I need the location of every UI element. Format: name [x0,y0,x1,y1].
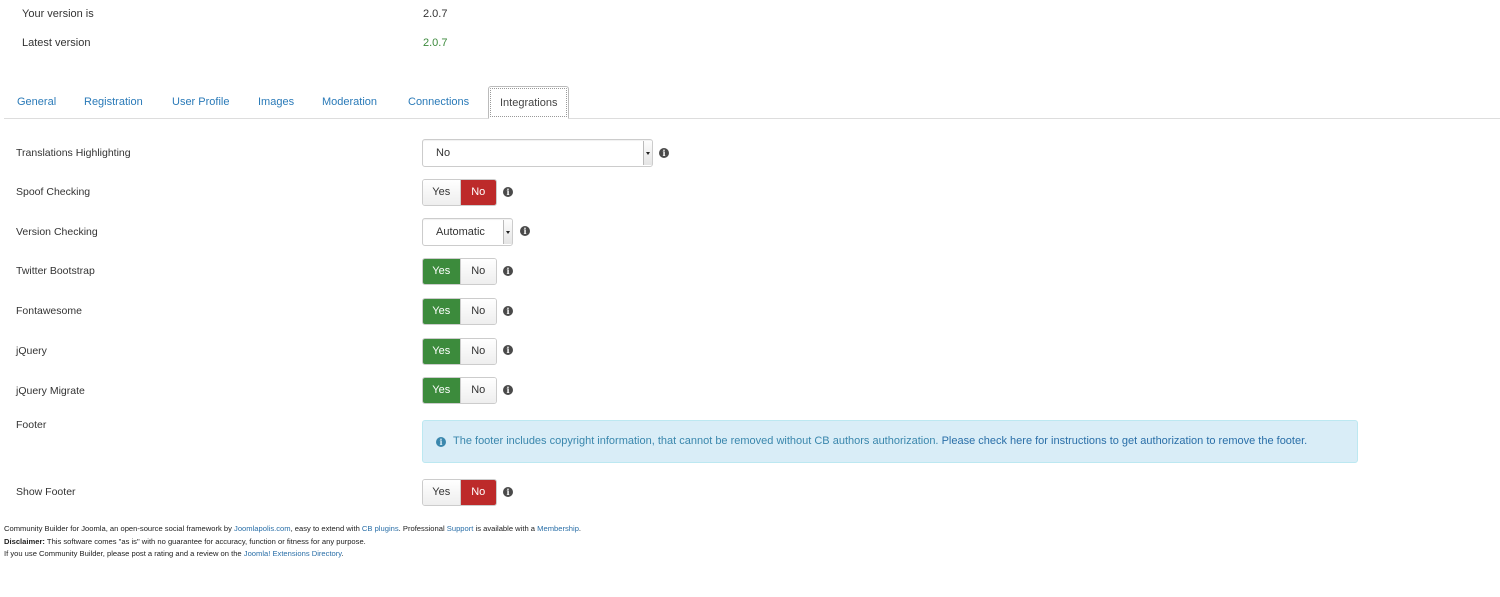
page-footer: Community Builder for Joomla, an open-so… [4,523,581,561]
info-icon[interactable]: i [503,187,513,197]
tab-connections[interactable]: Connections [408,86,469,119]
tab-registration[interactable]: Registration [84,86,143,119]
twitter-bootstrap-toggle: Yes No [422,258,497,285]
footer-notice-alert: i The footer includes copyright informat… [422,420,1358,463]
cb-plugins-link[interactable]: CB plugins [362,524,399,533]
fontawesome-yes[interactable]: Yes [423,299,460,324]
footer-line-review: If you use Community Builder, please pos… [4,548,581,561]
joomlapolis-link[interactable]: Joomlapolis.com [234,524,291,533]
footer-text: If you use Community Builder, please pos… [4,549,244,558]
jquery-migrate-label: jQuery Migrate [16,385,85,397]
footer-line-credits: Community Builder for Joomla, an open-so… [4,523,581,536]
spoof-checking-toggle: Yes No [422,179,497,206]
fontawesome-toggle: Yes No [422,298,497,325]
show-footer-toggle: Yes No [422,479,497,506]
twitter-bootstrap-no[interactable]: No [459,259,496,284]
latest-version-label: Latest version [22,37,91,49]
fontawesome-label: Fontawesome [16,305,82,317]
footer-text: . [578,524,582,533]
extensions-directory-link[interactable]: Joomla! Extensions Directory [244,549,342,558]
current-version-label: Your version is [22,8,94,20]
info-circle-icon: i [436,437,446,447]
footer-line-disclaimer: Disclaimer: This software comes "as is" … [4,536,581,549]
fontawesome-no[interactable]: No [459,299,496,324]
translations-highlighting-value: No [436,147,451,159]
tab-integrations[interactable]: Integrations [488,86,570,119]
jquery-yes[interactable]: Yes [423,339,460,364]
footer-text: , easy to extend with [290,524,362,533]
translations-highlighting-select[interactable]: No [422,139,653,167]
tab-images[interactable]: Images [258,86,294,119]
info-icon[interactable]: i [503,266,513,276]
chevron-down-icon [643,141,652,165]
jquery-toggle: Yes No [422,338,497,365]
info-icon[interactable]: i [503,385,513,395]
disclaimer-label: Disclaimer: [4,536,45,546]
jquery-migrate-no[interactable]: No [459,378,496,403]
jquery-migrate-yes[interactable]: Yes [423,378,460,403]
tab-user-profile[interactable]: User Profile [172,86,229,119]
footer-text: . Professional [398,524,447,533]
show-footer-yes[interactable]: Yes [423,480,460,505]
membership-link[interactable]: Membership [537,524,579,533]
chevron-down-icon [503,220,512,244]
jquery-no[interactable]: No [459,339,496,364]
footer-text: Community Builder for Joomla, an open-so… [4,524,235,533]
disclaimer-text: This software comes "as is" with no guar… [44,536,366,546]
translations-highlighting-label: Translations Highlighting [16,147,131,159]
tab-moderation[interactable]: Moderation [322,86,377,119]
footer-notice-text: The footer includes copyright informatio… [453,435,942,447]
support-link[interactable]: Support [447,524,474,533]
spoof-checking-no[interactable]: No [459,180,496,205]
footer-label: Footer [16,419,47,431]
info-icon[interactable]: i [503,487,513,497]
info-icon[interactable]: i [503,306,513,316]
spoof-checking-yes[interactable]: Yes [423,180,460,205]
footer-text: is available with a [473,524,538,533]
info-icon[interactable]: i [659,148,669,158]
spoof-checking-label: Spoof Checking [16,186,91,198]
twitter-bootstrap-yes[interactable]: Yes [423,259,460,284]
version-checking-value: Automatic [436,226,485,238]
tab-general[interactable]: General [17,86,56,119]
footer-authorization-link[interactable]: Please check here for instructions to ge… [942,435,1308,447]
footer-text: . [341,549,344,558]
twitter-bootstrap-label: Twitter Bootstrap [16,265,95,277]
show-footer-label: Show Footer [16,486,76,498]
info-icon[interactable]: i [520,226,530,236]
info-icon[interactable]: i [503,345,513,355]
jquery-label: jQuery [16,345,47,357]
current-version-value: 2.0.7 [423,8,448,20]
settings-tabs: General Registration User Profile Images… [4,86,1500,119]
show-footer-no[interactable]: No [459,480,496,505]
latest-version-value: 2.0.7 [423,37,448,49]
version-checking-label: Version Checking [16,226,98,238]
version-checking-select[interactable]: Automatic [422,218,513,246]
jquery-migrate-toggle: Yes No [422,377,497,404]
